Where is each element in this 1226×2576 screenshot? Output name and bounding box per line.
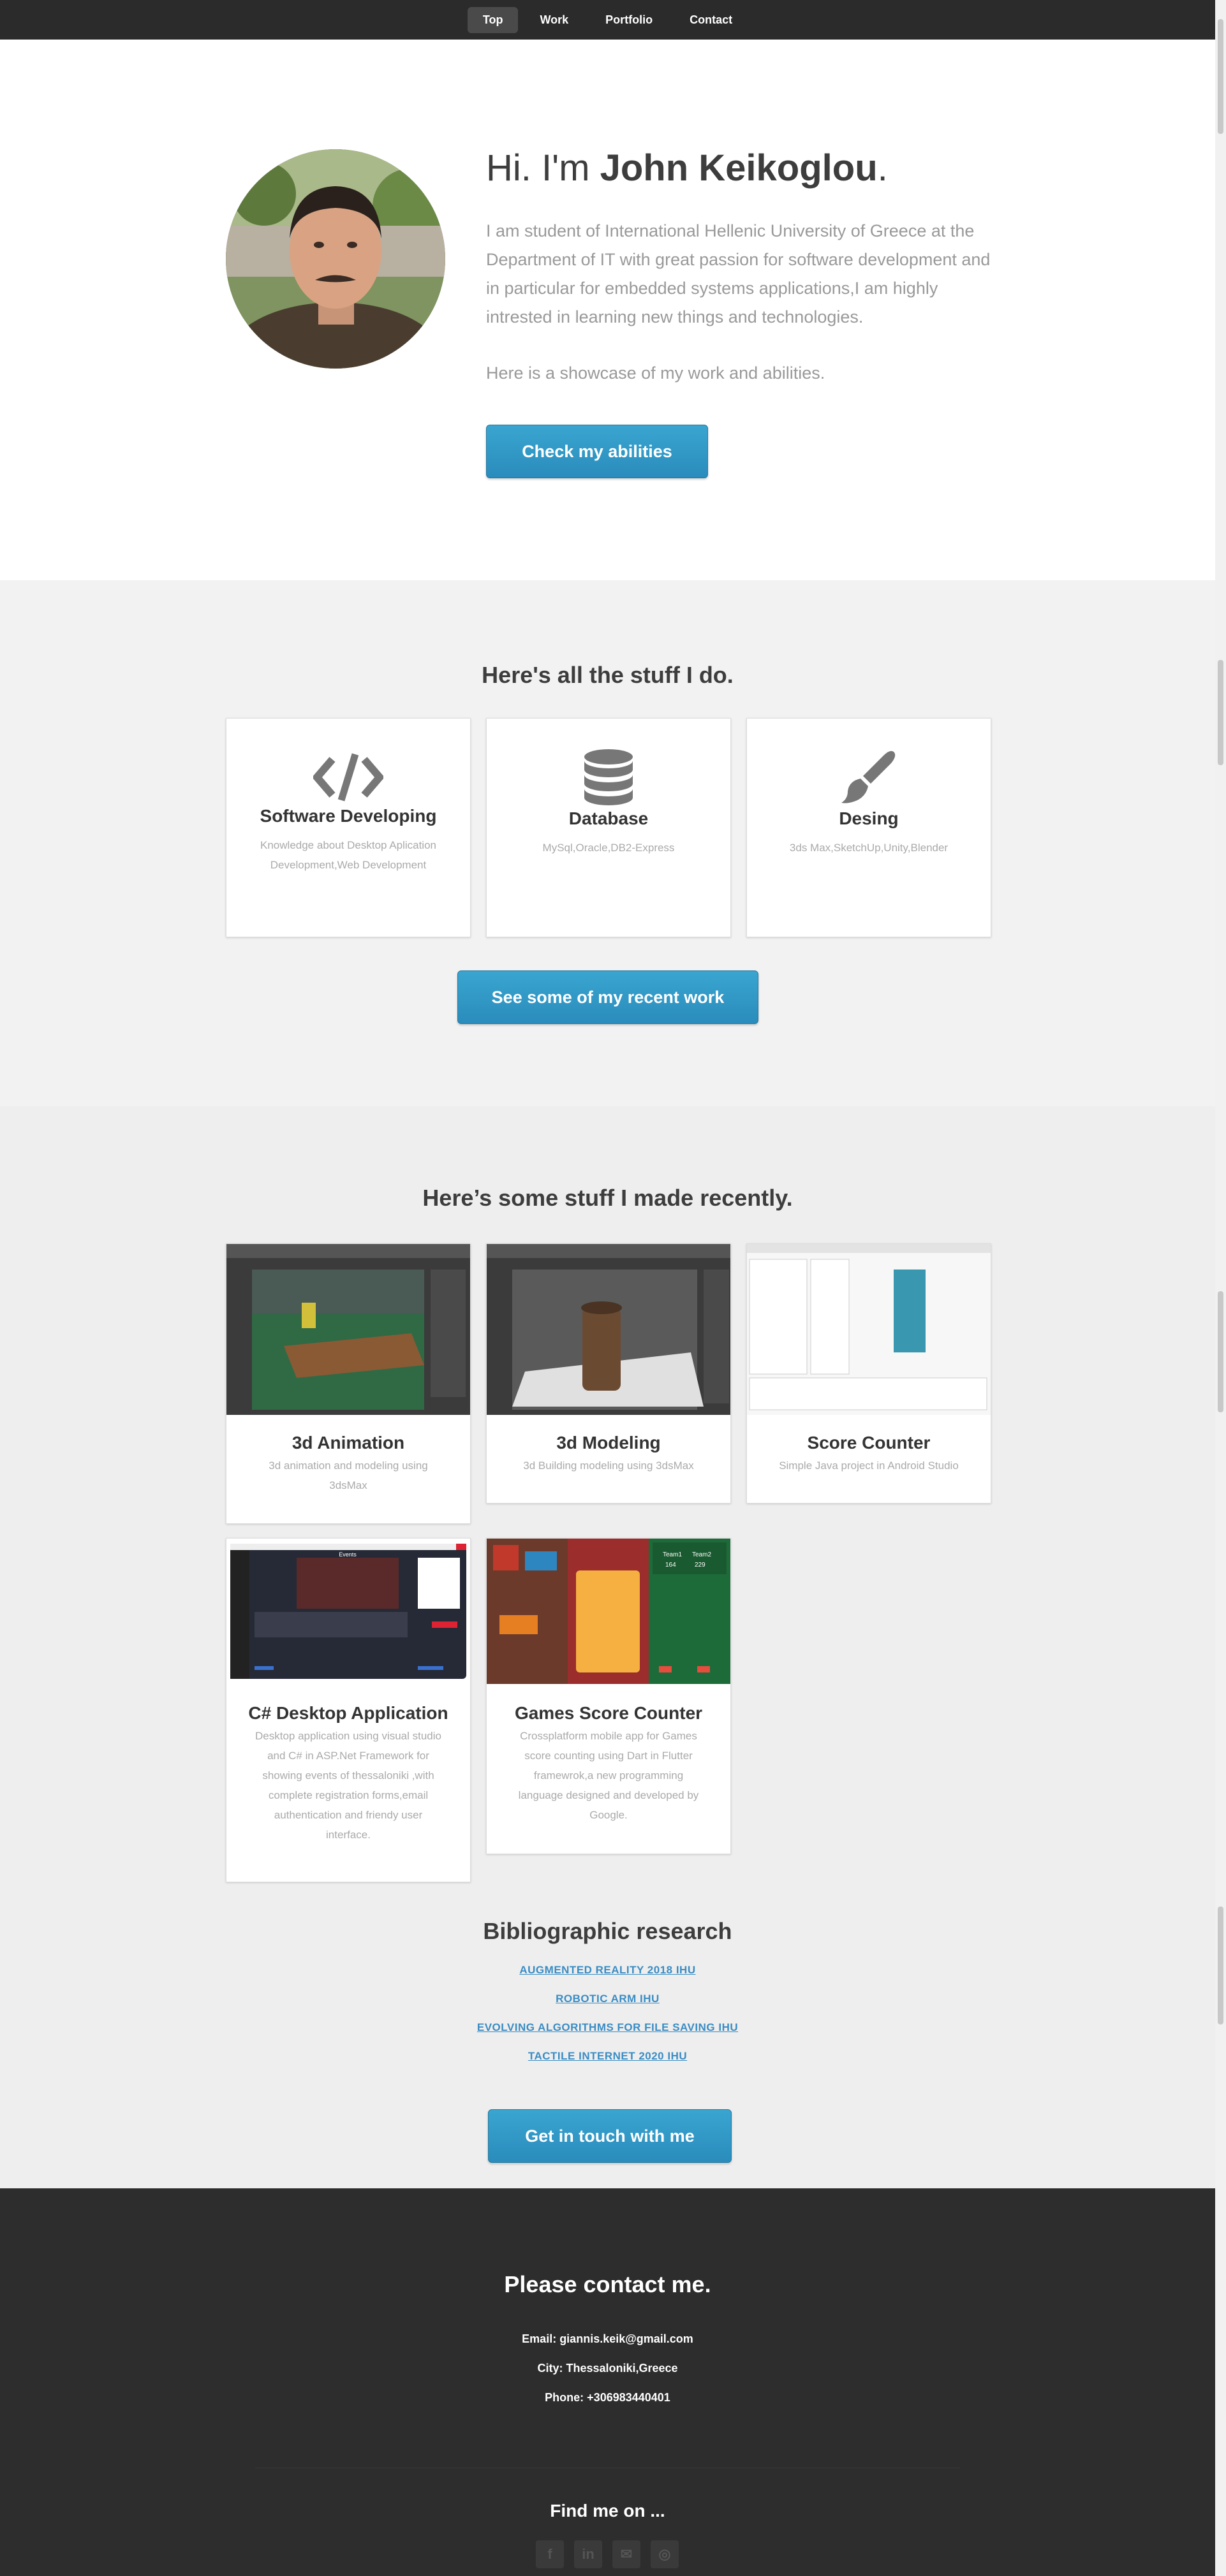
work-thumbnail (487, 1244, 730, 1415)
contact-title: Please contact me. (504, 2271, 711, 2297)
team2-label: Team2 (692, 1551, 711, 1558)
scrollbar-thumb[interactable] (1218, 19, 1223, 134)
work-card-3d-modeling[interactable]: 3d Modeling 3d Building modeling using 3… (486, 1243, 731, 1504)
biblio-link-robotic-arm[interactable]: ROBOTIC ARM IHU (0, 1993, 1215, 2005)
get-in-touch-button[interactable]: Get in touch with me (488, 2109, 732, 2163)
database-icon (584, 749, 633, 805)
intro-showcase-text: Here is a showcase of my work and abilit… (486, 363, 825, 383)
work-card-games-score-counter[interactable]: Team1 Team2 164 229 Games Score Counter … (486, 1538, 731, 1854)
work-thumbnail: Events (226, 1539, 470, 1684)
work-desc: Crossplatform mobile app for Games score… (518, 1730, 699, 1821)
intro-period: . (877, 147, 888, 189)
skill-card-database: Database MySql,Oracle,DB2-Express (486, 718, 731, 937)
biblio-title: Bibliographic research (483, 1918, 732, 1944)
team1-label: Team1 (663, 1551, 682, 1558)
work-title: 3d Animation (292, 1433, 405, 1453)
work-desc: 3d animation and modeling using 3dsMax (269, 1460, 428, 1491)
intro-greeting: Hi. I'm (486, 147, 600, 189)
check-abilities-button[interactable]: Check my abilities (486, 425, 708, 478)
biblio-link-augmented-reality[interactable]: AUGMENTED REALITY 2018 IHU (0, 1964, 1215, 1977)
nav-item-contact[interactable]: Contact (674, 7, 748, 33)
skill-title: Software Developing (260, 806, 437, 826)
social-links: f in ✉ ◎ (536, 2540, 679, 2568)
contact-section: Please contact me. Email: giannis.keik@g… (0, 2188, 1215, 2576)
work-title: Score Counter (807, 1433, 931, 1453)
recent-work-button[interactable]: See some of my recent work (457, 970, 758, 1024)
skill-title: Desing (839, 809, 899, 828)
find-me-title: Find me on ... (550, 2501, 665, 2521)
nav-item-portfolio[interactable]: Portfolio (590, 7, 668, 33)
work-thumbnail (226, 1244, 470, 1415)
contact-phone: Phone: +306983440401 (545, 2391, 670, 2404)
work-desc: Desktop application using visual studio … (255, 1730, 441, 1841)
skill-desc: Knowledge about Desktop Aplication Devel… (260, 839, 436, 871)
scrollbar-thumb[interactable] (1218, 1291, 1223, 1412)
intro-heading: Hi. I'm John Keikoglou. (486, 147, 888, 189)
contact-email: Email: giannis.keik@gmail.com (522, 2332, 693, 2345)
skills-title: Here's all the stuff I do. (482, 662, 734, 688)
email-icon[interactable]: ✉ (612, 2540, 640, 2568)
scrollbar-thumb[interactable] (1218, 1906, 1223, 2024)
skill-card-design: Desing 3ds Max,SketchUp,Unity,Blender (746, 718, 991, 937)
code-icon (312, 753, 385, 801)
profile-photo-image (226, 149, 445, 369)
contact-city: City: Thessaloniki,Greece (537, 2362, 678, 2375)
work-card-score-counter[interactable]: Score Counter Simple Java project in And… (746, 1243, 991, 1504)
work-card-csharp-desktop[interactable]: Events C# Desktop Application Desktop ap… (226, 1538, 471, 1882)
work-desc: Simple Java project in Android Studio (779, 1460, 959, 1472)
linkedin-icon[interactable]: in (574, 2540, 602, 2568)
skill-card-software: Software Developing Knowledge about Desk… (226, 718, 471, 937)
paintbrush-icon (841, 750, 896, 803)
work-thumbnail (747, 1244, 991, 1415)
skill-desc: 3ds Max,SketchUp,Unity,Blender (789, 842, 949, 854)
intro-name: John Keikoglou (600, 147, 878, 189)
nav-item-work[interactable]: Work (524, 7, 584, 33)
intro-paragraph: I am student of International Hellenic U… (486, 221, 991, 326)
scrollbar-thumb[interactable] (1218, 660, 1223, 765)
page-scrollbar[interactable] (1215, 0, 1226, 2576)
biblio-link-evolving-algorithms[interactable]: EVOLVING ALGORITHMS FOR FILE SAVING IHU (0, 2021, 1215, 2034)
github-icon[interactable]: ◎ (651, 2540, 679, 2568)
work-title: Games Score Counter (514, 1703, 703, 1723)
events-window-title: Events (339, 1551, 357, 1558)
facebook-icon[interactable]: f (536, 2540, 564, 2568)
work-card-3d-animation[interactable]: 3d Animation 3d animation and modeling u… (226, 1243, 471, 1524)
biblio-links: AUGMENTED REALITY 2018 IHU ROBOTIC ARM I… (0, 1964, 1215, 2079)
skill-desc: MySql,Oracle,DB2-Express (542, 842, 675, 854)
work-desc: 3d Building modeling using 3dsMax (523, 1460, 694, 1472)
top-nav: Top Work Portfolio Contact (0, 0, 1215, 40)
skill-title: Database (568, 809, 649, 828)
work-title: Here’s some stuff I made recently. (422, 1185, 793, 1211)
profile-photo (226, 149, 445, 369)
intro-section: Hi. I'm John Keikoglou. I am student of … (0, 40, 1215, 580)
biblio-link-tactile-internet[interactable]: TACTILE INTERNET 2020 IHU (0, 2050, 1215, 2063)
work-title: 3d Modeling (556, 1433, 661, 1453)
nav-item-top[interactable]: Top (467, 6, 519, 33)
team2-score: 229 (695, 1562, 705, 1569)
work-thumbnail: Team1 Team2 164 229 (487, 1539, 730, 1684)
work-title: C# Desktop Application (248, 1703, 448, 1723)
team1-score: 164 (665, 1562, 676, 1569)
